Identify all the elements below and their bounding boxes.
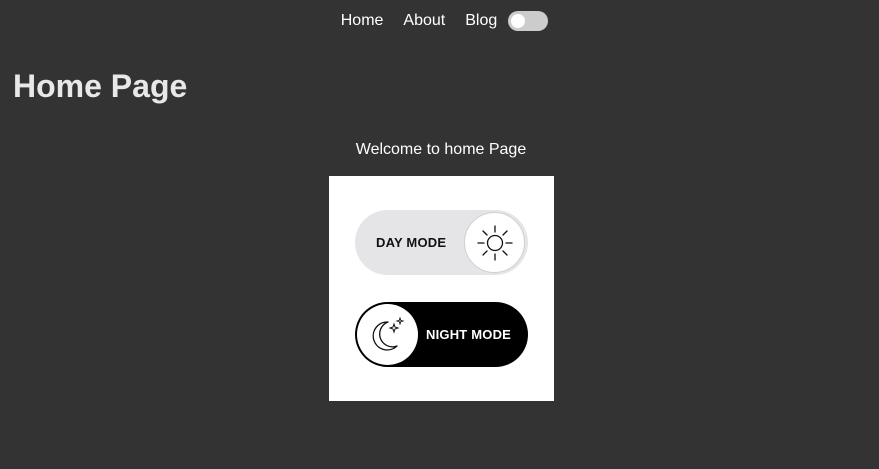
day-mode-pill: DAY MODE <box>355 210 528 275</box>
page-title: Home Page <box>13 68 188 104</box>
sun-icon <box>477 225 513 261</box>
night-mode-pill: NIGHT MODE <box>355 302 528 367</box>
nav-link-home[interactable]: Home <box>341 12 384 30</box>
moon-stars-icon <box>372 316 405 351</box>
day-mode-label: DAY MODE <box>376 235 447 250</box>
night-mode-label: NIGHT MODE <box>426 327 512 342</box>
theme-toggle-knob <box>511 14 526 28</box>
sun-knob <box>464 212 525 273</box>
welcome-text: Welcome to home Page <box>355 141 527 158</box>
top-nav: Home About Blog <box>0 0 879 42</box>
theme-toggle[interactable] <box>508 11 549 31</box>
nav-link-about[interactable]: About <box>403 12 445 30</box>
day-night-mode-image: DAY MODE NIGHT MODE <box>329 176 554 401</box>
moon-knob <box>357 304 418 365</box>
nav-link-blog[interactable]: Blog <box>465 12 497 30</box>
